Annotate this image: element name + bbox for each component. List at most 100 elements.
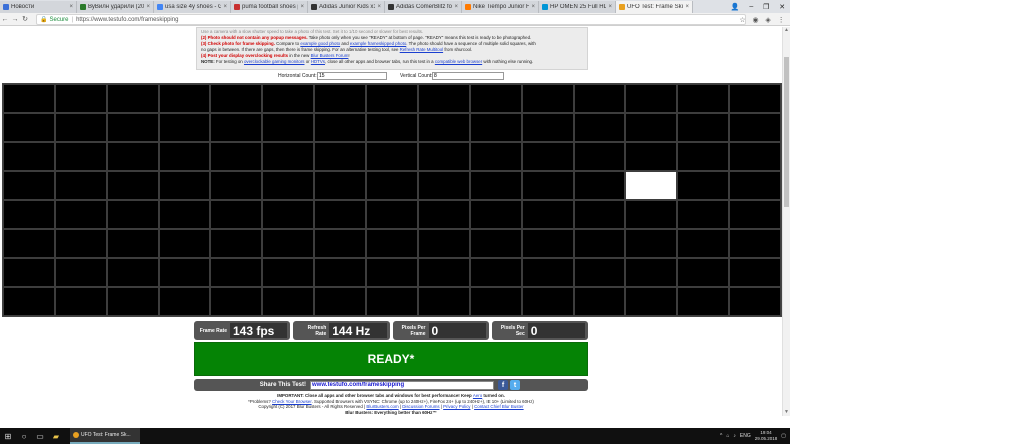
twitter-icon[interactable]: t: [510, 380, 520, 390]
example-frameskipped-photo-link[interactable]: example frameskipped photo: [350, 41, 406, 46]
browser-tab[interactable]: ВуВилн ударили (20 ×: [77, 1, 154, 13]
bookmark-star-icon[interactable]: ☆: [739, 16, 745, 24]
grid-cell: [729, 258, 781, 287]
grid-cell: [3, 84, 55, 113]
stat-label: Pixels Per Frame: [401, 324, 426, 337]
minimize-icon[interactable]: –: [749, 3, 753, 10]
tray-chevron-icon[interactable]: ^: [720, 433, 722, 439]
aero-link[interactable]: Aero: [473, 393, 482, 398]
scroll-down-icon[interactable]: ▼: [783, 409, 790, 416]
vertical-scrollbar[interactable]: ▲ ▼: [782, 27, 790, 416]
stat-value: 143 fps: [230, 323, 288, 338]
example-good-photo-link[interactable]: example good photo: [300, 41, 340, 46]
grid-cell: [210, 258, 263, 287]
grid-cell: [314, 287, 367, 316]
share-url-input[interactable]: [310, 380, 494, 390]
extension-icon[interactable]: ◉: [752, 16, 758, 24]
tab-close-icon[interactable]: ×: [300, 4, 304, 10]
browser-tab[interactable]: UFO Test: Frame Skippi×: [616, 1, 693, 13]
scrollbar-thumb[interactable]: [784, 57, 789, 207]
grid-cell: [210, 142, 263, 171]
grid-cell: [521, 171, 574, 200]
grid-cell: [677, 200, 730, 229]
tab-favicon-icon: [234, 4, 240, 10]
browser-tab[interactable]: usa size 4y shoes - Goo×: [154, 1, 231, 13]
taskbar-chrome-window[interactable]: UFO Test: Frame Sk...: [70, 428, 140, 444]
maximize-icon[interactable]: ❐: [763, 3, 769, 11]
browser-tab[interactable]: Nike Tiempo Junior Foo×: [462, 1, 539, 13]
tab-favicon-icon: [311, 4, 317, 10]
grid-cell: [262, 287, 315, 316]
url-text: https://www.testufo.com/frameskipping: [76, 16, 179, 23]
tabs-container: Новости × ВуВилн ударили (20 × usa size 4y s…: [0, 1, 693, 13]
reload-icon[interactable]: ↻: [20, 15, 30, 23]
clock[interactable]: 19:04 29.05.2018: [755, 430, 778, 442]
hdtvs-link[interactable]: HDTVs: [311, 59, 325, 64]
task-view-icon[interactable]: ▭: [32, 428, 48, 444]
scroll-up-icon[interactable]: ▲: [783, 27, 790, 34]
discussion-forums-link[interactable]: Discussion Forums: [402, 404, 439, 409]
forward-icon[interactable]: →: [10, 16, 20, 23]
grid-cell: [469, 171, 522, 200]
vertical-count-input[interactable]: [432, 72, 504, 80]
browser-tab[interactable]: HP OMEN 25 Full HD ×: [539, 1, 616, 13]
grid-cell: [158, 287, 211, 316]
grid-cell: [3, 200, 55, 229]
grid-cell: [210, 229, 263, 258]
contact-link[interactable]: Contact Chief Blur Buster: [474, 404, 524, 409]
file-explorer-icon[interactable]: ▰: [48, 428, 64, 444]
grid-cell: [262, 200, 315, 229]
compatible-browser-link[interactable]: compatible web browser: [435, 59, 482, 64]
tab-close-icon[interactable]: ×: [223, 4, 227, 10]
browser-tab[interactable]: Новости ×: [0, 1, 77, 13]
language-indicator[interactable]: ENG: [740, 433, 751, 439]
tab-close-icon[interactable]: ×: [685, 4, 689, 10]
refresh-rate-multitool-link[interactable]: Refresh Rate Multitool: [400, 47, 443, 52]
blurbusters-link[interactable]: BlurBusters.com: [366, 404, 398, 409]
profile-icon[interactable]: 👤: [731, 3, 740, 11]
grid-cell: [417, 258, 470, 287]
grid-cell: [677, 113, 730, 142]
windows-start-icon[interactable]: ⊞: [0, 428, 16, 444]
check-browser-link[interactable]: Check Your Browser: [272, 399, 312, 404]
grid-cell: [3, 287, 55, 316]
tab-close-icon[interactable]: ×: [454, 4, 458, 10]
privacy-policy-link[interactable]: Privacy Policy: [443, 404, 470, 409]
browser-tab[interactable]: puma football shoes pu ×: [231, 1, 308, 13]
overclockable-monitors-link[interactable]: overclockable gaming monitors: [244, 59, 305, 64]
grid-cell: [366, 229, 418, 258]
tab-close-icon[interactable]: ×: [146, 4, 150, 10]
horizontal-count-input[interactable]: [317, 72, 387, 80]
blur-busters-forum-link[interactable]: Blur Busters Forum: [311, 53, 349, 58]
grid-cell: [573, 171, 626, 200]
browser-tab[interactable]: Adidas Junior Kids x15 ×: [308, 1, 385, 13]
grid-cell: [625, 287, 678, 316]
stat-box: Pixels Per Sec 0: [491, 321, 588, 340]
browser-tab[interactable]: Adidas ComerBlitz foo ×: [385, 1, 462, 13]
grid-cell: [106, 229, 159, 258]
tab-close-icon[interactable]: ×: [69, 4, 73, 10]
screen: Новости × ВуВилн ударили (20 × usa size 4y s…: [0, 0, 1024, 444]
instruction-text: Take photo only when you see "READY" at …: [307, 35, 532, 40]
tab-close-icon[interactable]: ×: [377, 4, 381, 10]
toolbar-right-icons: ☆ ◉ ◈ ⋮: [736, 14, 788, 25]
tab-close-icon[interactable]: ×: [531, 4, 535, 10]
back-icon[interactable]: ←: [0, 16, 10, 23]
grid-cell: [262, 229, 315, 258]
notifications-icon[interactable]: ▢: [781, 433, 786, 439]
search-icon[interactable]: ○: [16, 428, 32, 444]
note-label: NOTE:: [201, 59, 215, 64]
grid-cell: [210, 287, 263, 316]
address-bar[interactable]: 🔒 Secure | https://www.testufo.com/frame…: [36, 14, 746, 25]
tab-close-icon[interactable]: ×: [608, 4, 612, 10]
grid-cell: [625, 84, 678, 113]
extension-icon-2[interactable]: ◈: [765, 16, 770, 24]
facebook-icon[interactable]: f: [498, 380, 508, 390]
network-icon[interactable]: ⌂: [726, 433, 729, 439]
browser-tab-strip: Новости × ВуВилн ударили (20 × usa size 4y s…: [0, 0, 790, 13]
grid-cell: [729, 142, 781, 171]
menu-icon[interactable]: ⋮: [778, 16, 785, 24]
volume-icon[interactable]: ♪: [733, 433, 736, 439]
grid-cell: [469, 229, 522, 258]
close-window-icon[interactable]: ✕: [779, 3, 785, 11]
